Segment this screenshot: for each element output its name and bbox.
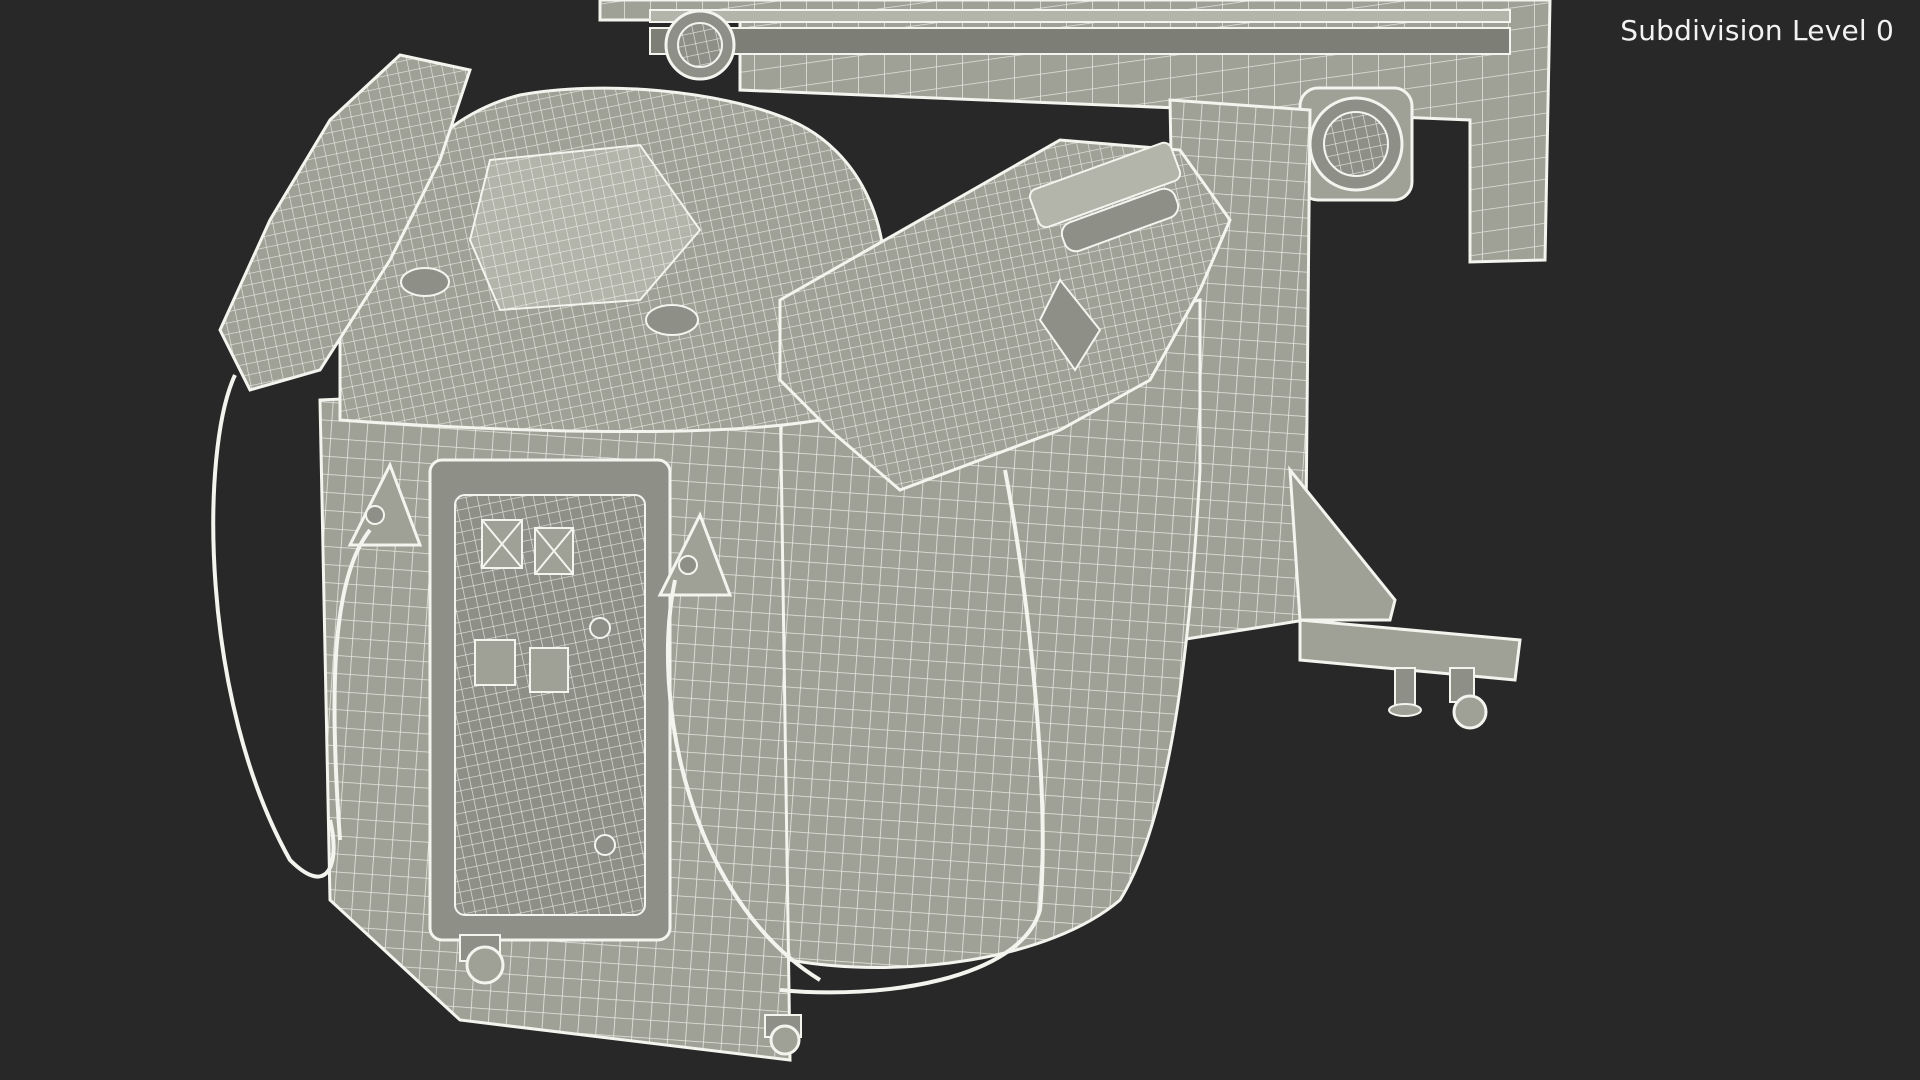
speaker-left	[664, 9, 736, 81]
lock-icon	[594, 834, 616, 856]
button-left	[474, 639, 516, 686]
coin-slot-right	[534, 527, 574, 575]
coin-slot-left	[481, 519, 523, 569]
lock-icon	[589, 617, 611, 639]
button-right	[529, 647, 569, 693]
wireframe-render	[211, 0, 1552, 1062]
viewport: Subdivision Level 0	[0, 0, 1920, 1080]
subdivision-level-label: Subdivision Level 0	[1620, 14, 1894, 47]
service-panel	[428, 458, 672, 942]
stand-foot	[1288, 465, 1522, 730]
speaker-right	[1298, 86, 1414, 202]
